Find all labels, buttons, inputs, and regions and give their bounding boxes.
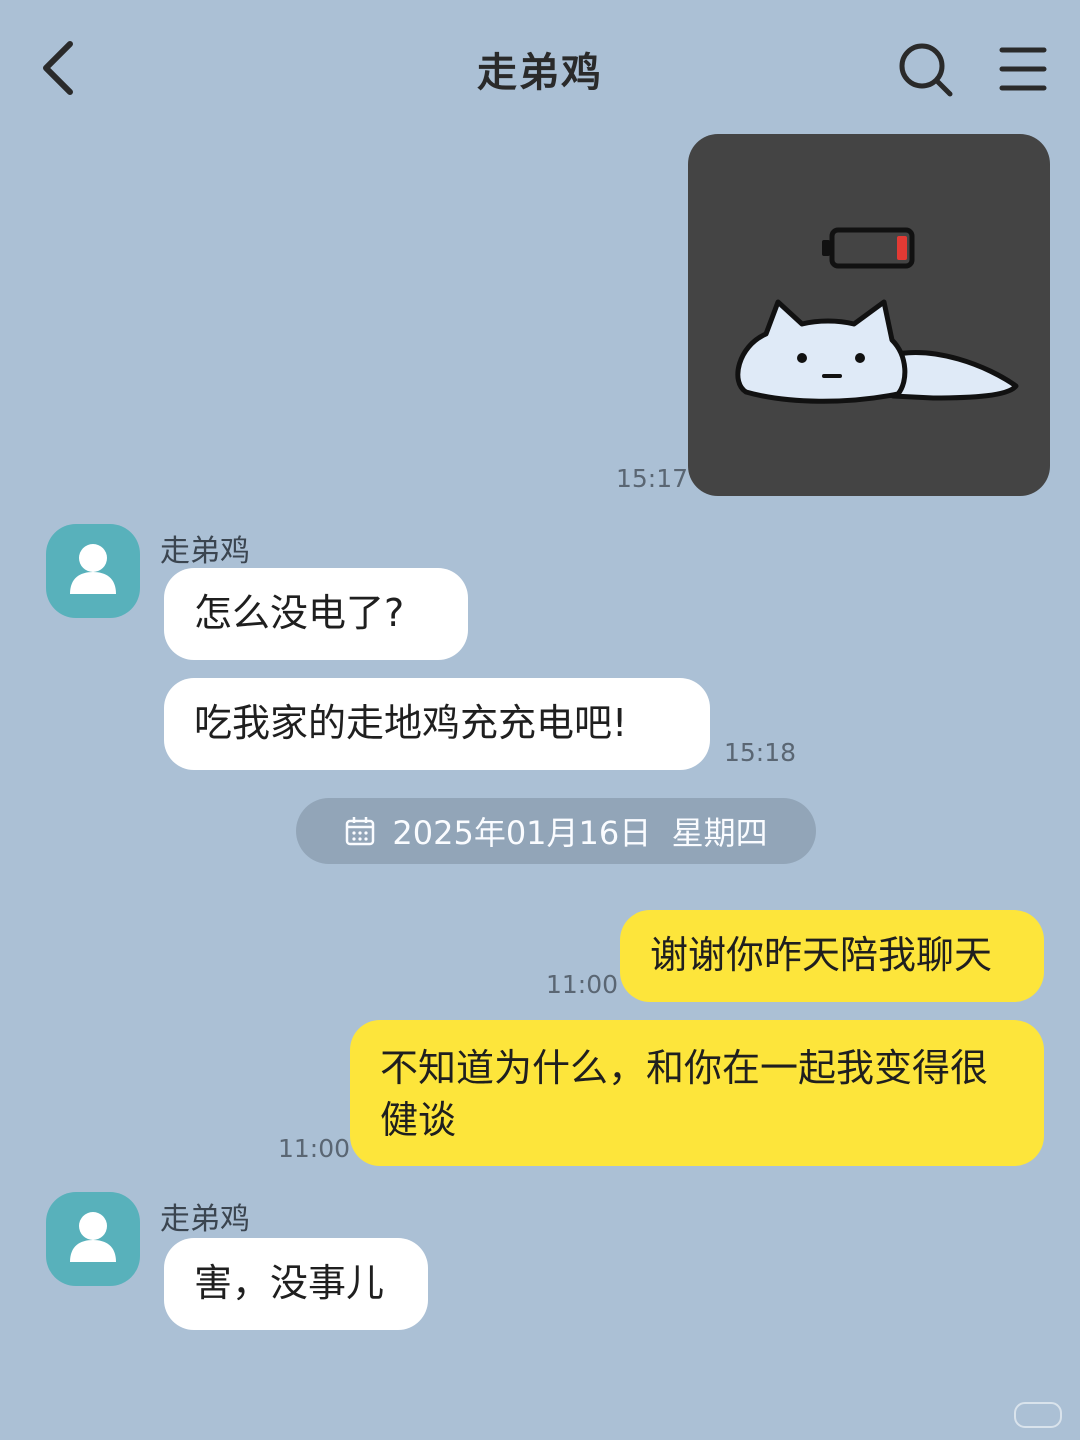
date-separator: 2025年01月16日 星期四 [296,798,816,864]
avatar[interactable] [46,524,140,618]
date-text: 2025年01月16日 星期四 [392,814,768,852]
person-icon [70,544,116,594]
search-button[interactable] [890,36,960,102]
battery-low-icon [822,227,915,269]
message-timestamp: 11:00 [278,1134,351,1163]
incoming-message[interactable]: 害，没事儿 [164,1238,428,1330]
menu-icon [999,47,1047,91]
image-message[interactable] [688,134,1050,496]
cat-illustration [735,299,1019,404]
person-icon [70,1212,116,1262]
chevron-left-icon [43,41,73,95]
message-timestamp: 11:00 [546,970,619,999]
calendar-icon [346,817,375,846]
menu-button[interactable] [990,36,1056,102]
image-timestamp: 15:17 [616,464,689,493]
back-button[interactable] [30,30,90,106]
chat-title: 走弟鸡 [477,50,603,96]
outgoing-message[interactable]: 谢谢你昨天陪我聊天 [620,910,1044,1002]
sender-name: 走弟鸡 [160,534,250,569]
message-timestamp: 15:18 [724,738,797,767]
watermark-badge [1014,1402,1062,1428]
incoming-message[interactable]: 怎么没电了? [164,568,468,660]
search-icon [899,43,953,97]
sender-name: 走弟鸡 [160,1202,250,1237]
low-battery-cat-sticker [735,227,1019,404]
outgoing-message[interactable]: 不知道为什么，和你在一起我变得很健谈 [350,1020,1044,1166]
incoming-message[interactable]: 吃我家的走地鸡充充电吧! [164,678,710,770]
avatar[interactable] [46,1192,140,1286]
